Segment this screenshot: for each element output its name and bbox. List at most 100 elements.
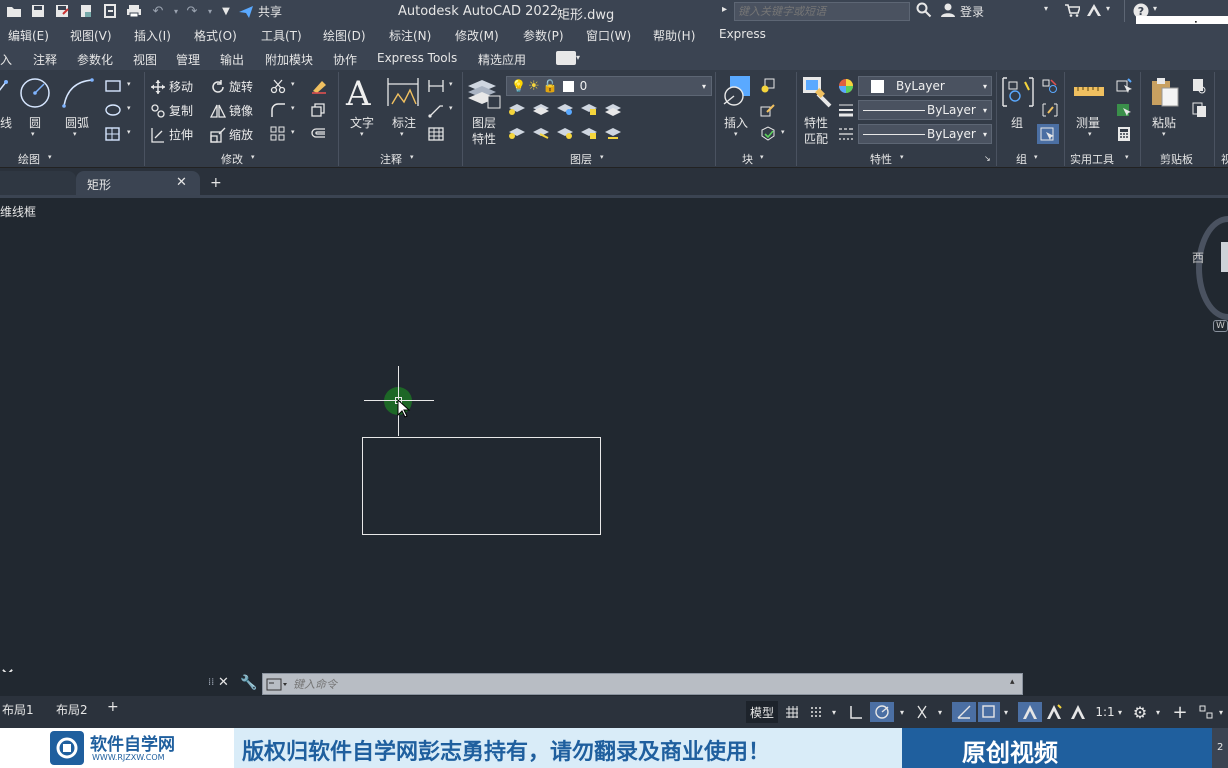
layer-unlock-all-icon[interactable] bbox=[580, 126, 598, 143]
tab-collaborate[interactable]: 协作 bbox=[333, 51, 357, 68]
menu-tools[interactable]: 工具(T) bbox=[261, 27, 302, 44]
table-icon[interactable] bbox=[428, 126, 444, 145]
annotation-panel-expand-icon[interactable]: ▾ bbox=[410, 153, 414, 161]
share-button[interactable]: 共享 bbox=[238, 3, 282, 20]
lineweight-icon[interactable] bbox=[838, 102, 854, 121]
tab-manage[interactable]: 管理 bbox=[176, 51, 200, 68]
help-dropdown-icon[interactable]: ▾ bbox=[1153, 4, 1157, 13]
menu-view[interactable]: 视图(V) bbox=[70, 27, 112, 44]
menu-window[interactable]: 窗口(W) bbox=[586, 27, 631, 44]
trim-dropdown-icon[interactable]: ▾ bbox=[291, 80, 295, 88]
undo-dropdown-icon[interactable]: ▾ bbox=[168, 3, 184, 19]
object-snap-icon[interactable] bbox=[978, 702, 1000, 722]
auto-scale-icon[interactable] bbox=[1044, 702, 1064, 722]
tab-express-tools[interactable]: Express Tools bbox=[377, 51, 457, 65]
calculator-icon[interactable] bbox=[1116, 126, 1132, 145]
match-properties-label-1[interactable]: 特性 bbox=[804, 114, 828, 131]
search-icon[interactable] bbox=[916, 2, 932, 21]
layer-on-all-icon[interactable] bbox=[508, 126, 526, 143]
save-as-icon[interactable] bbox=[54, 3, 70, 19]
viewcube-west-label[interactable]: 西 bbox=[1192, 249, 1204, 266]
publish-icon[interactable] bbox=[78, 3, 94, 19]
group-edit-icon[interactable] bbox=[1042, 102, 1058, 121]
gradient-dropdown-icon[interactable]: ▾ bbox=[127, 128, 131, 136]
print-icon[interactable] bbox=[126, 3, 142, 19]
leader-icon[interactable] bbox=[428, 102, 444, 121]
linear-dim-icon[interactable] bbox=[428, 78, 444, 97]
offset-icon[interactable] bbox=[310, 126, 326, 145]
paste-dropdown-icon[interactable]: ▾ bbox=[1162, 130, 1166, 138]
clipboard-panel-title[interactable]: 剪贴板 bbox=[1160, 151, 1193, 167]
tab-insert[interactable]: 入 bbox=[0, 51, 12, 68]
circle-tool[interactable]: 圆 bbox=[29, 114, 41, 131]
annotation-monitor-icon[interactable]: + bbox=[1170, 702, 1190, 723]
save-icon[interactable] bbox=[30, 3, 46, 19]
copy-button[interactable]: 复制 bbox=[150, 102, 193, 119]
command-close-x-icon[interactable]: ✕ bbox=[218, 675, 229, 690]
group-tool[interactable]: 组 bbox=[1011, 114, 1023, 131]
text-tool[interactable]: 文字 bbox=[350, 114, 374, 131]
layers-panel-expand-icon[interactable]: ▾ bbox=[600, 153, 604, 161]
ribbon-minimize-button[interactable] bbox=[556, 51, 576, 65]
autodesk-a360-icon[interactable] bbox=[1086, 3, 1102, 20]
menu-parametric[interactable]: 参数(P) bbox=[523, 27, 564, 44]
tab-annotate[interactable]: 注释 bbox=[33, 51, 57, 68]
menu-edit[interactable]: 编辑(E) bbox=[8, 27, 49, 44]
object-color-icon[interactable] bbox=[838, 78, 854, 97]
modify-panel-expand-icon[interactable]: ▾ bbox=[251, 153, 255, 161]
polar-tracking-icon[interactable] bbox=[870, 702, 894, 722]
layer-thaw-all-icon[interactable] bbox=[556, 126, 574, 143]
block-attribute-icon[interactable] bbox=[760, 126, 776, 145]
paste-tool[interactable]: 粘贴 bbox=[1152, 114, 1176, 131]
erase-icon[interactable] bbox=[310, 78, 328, 97]
layer-unisolate-icon[interactable] bbox=[532, 126, 550, 143]
cut-icon[interactable] bbox=[1192, 78, 1208, 97]
undo-icon[interactable]: ↶ bbox=[150, 3, 166, 19]
tab-parametric[interactable]: 参数化 bbox=[77, 51, 113, 68]
model-space-button[interactable]: 模型 bbox=[746, 701, 778, 723]
snap-mode-icon[interactable] bbox=[806, 702, 826, 722]
draw-panel-expand-icon[interactable]: ▾ bbox=[48, 153, 52, 161]
wcs-menu[interactable]: W bbox=[1213, 320, 1228, 332]
draw-panel-title[interactable]: 绘图 bbox=[18, 151, 40, 167]
tab-view[interactable]: 视图 bbox=[133, 51, 157, 68]
tab-featured-apps[interactable]: 精选应用 bbox=[478, 51, 526, 68]
layer-dropdown[interactable]: 💡 ☀ 🔓 0 ▾ bbox=[506, 76, 712, 96]
redo-dropdown-icon[interactable]: ▾ bbox=[202, 3, 218, 19]
login-dropdown-icon[interactable]: ▾ bbox=[1044, 4, 1048, 13]
object-snap-tracking-icon[interactable] bbox=[952, 702, 976, 722]
hatch-icon[interactable] bbox=[105, 103, 121, 120]
rectangle-icon[interactable] bbox=[105, 79, 121, 96]
edit-block-icon[interactable] bbox=[760, 102, 776, 121]
create-block-icon[interactable] bbox=[760, 78, 776, 97]
array-icon[interactable] bbox=[270, 126, 286, 145]
layer-match-icon[interactable] bbox=[604, 102, 622, 119]
layer-properties-label-2[interactable]: 特性 bbox=[472, 130, 496, 147]
command-grip-icon[interactable]: ⁞⁞ bbox=[208, 677, 214, 688]
scale-dropdown-icon[interactable]: ▾ bbox=[1114, 702, 1126, 722]
insert-block-tool[interactable]: 插入 bbox=[724, 114, 748, 131]
layers-panel-title[interactable]: 图层 bbox=[570, 151, 592, 167]
polar-dropdown-icon[interactable]: ▾ bbox=[896, 702, 908, 722]
array-dropdown-icon[interactable]: ▾ bbox=[291, 128, 295, 136]
a360-dropdown-icon[interactable]: ▾ bbox=[1106, 4, 1110, 13]
dimension-tool[interactable]: 标注 bbox=[392, 114, 416, 131]
annotation-panel-title[interactable]: 注释 bbox=[380, 151, 402, 167]
isodraft-icon[interactable] bbox=[912, 702, 932, 722]
ribbon-minimize-dropdown-icon[interactable]: ▾ bbox=[576, 53, 580, 62]
login-link[interactable]: 登录 bbox=[960, 3, 984, 20]
match-properties-label-2[interactable]: 匹配 bbox=[804, 130, 828, 147]
command-prompt-icon[interactable] bbox=[266, 678, 288, 694]
utilities-panel-expand-icon[interactable]: ▾ bbox=[1125, 153, 1129, 161]
export-icon[interactable] bbox=[102, 3, 118, 19]
user-icon[interactable] bbox=[940, 2, 956, 21]
workspace-gear-icon[interactable]: ⚙ bbox=[1130, 702, 1150, 722]
utilities-panel-title[interactable]: 实用工具 bbox=[1070, 151, 1114, 167]
linetype-dropdown[interactable]: ByLayer ▾ bbox=[858, 124, 992, 144]
layer-properties-label-1[interactable]: 图层 bbox=[472, 114, 496, 131]
search-expand-icon[interactable]: ▸ bbox=[722, 4, 727, 15]
group-selection-toggle-icon[interactable] bbox=[1037, 124, 1059, 144]
file-tab-active[interactable]: 矩形 ✕ bbox=[76, 171, 200, 198]
close-tab-icon[interactable]: ✕ bbox=[176, 175, 187, 190]
block-attribute-dropdown-icon[interactable]: ▾ bbox=[781, 128, 785, 136]
